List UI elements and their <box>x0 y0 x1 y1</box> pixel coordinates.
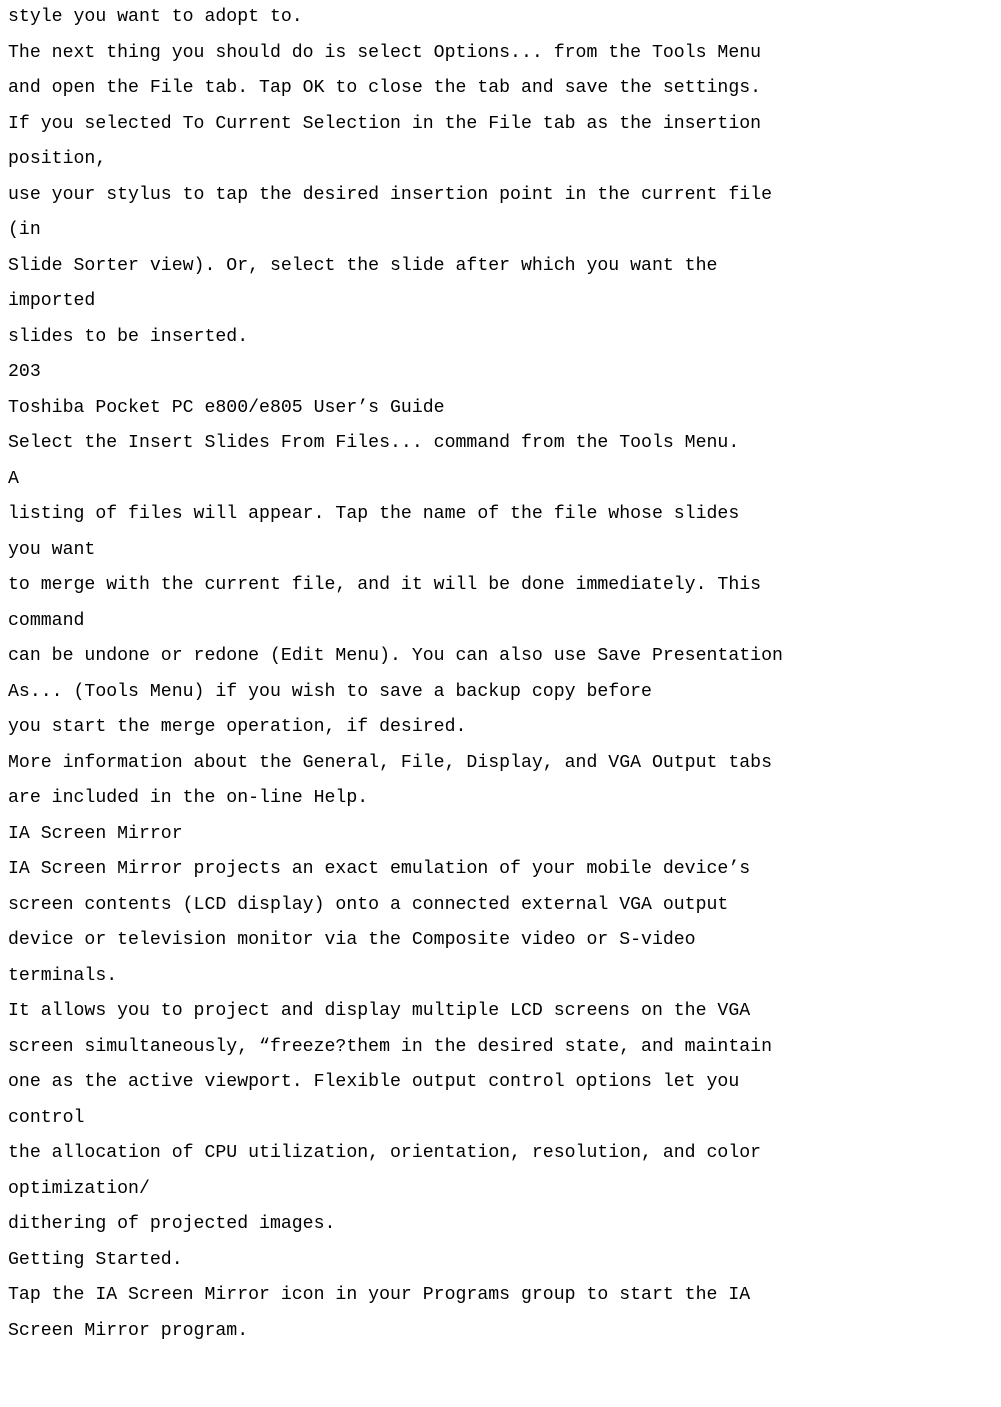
text-line: the allocation of CPU utilization, orien… <box>8 1136 993 1172</box>
text-line: dithering of projected images. <box>8 1207 993 1243</box>
text-line: Screen Mirror program. <box>8 1314 993 1350</box>
text-line: command <box>8 604 993 640</box>
text-line: position, <box>8 142 993 178</box>
text-line: Getting Started. <box>8 1243 993 1279</box>
text-line: screen simultaneously, “freeze?them in t… <box>8 1030 993 1066</box>
text-line: style you want to adopt to. <box>8 0 993 36</box>
text-line: to merge with the current file, and it w… <box>8 568 993 604</box>
text-line: device or television monitor via the Com… <box>8 923 993 959</box>
text-line: 203 <box>8 355 993 391</box>
text-line: are included in the on-line Help. <box>8 781 993 817</box>
text-line: A <box>8 462 993 498</box>
text-line: optimization/ <box>8 1172 993 1208</box>
text-line: Tap the IA Screen Mirror icon in your Pr… <box>8 1278 993 1314</box>
document-body: style you want to adopt to.The next thin… <box>8 0 993 1349</box>
text-line: IA Screen Mirror <box>8 817 993 853</box>
text-line: IA Screen Mirror projects an exact emula… <box>8 852 993 888</box>
text-line: one as the active viewport. Flexible out… <box>8 1065 993 1101</box>
text-line: and open the File tab. Tap OK to close t… <box>8 71 993 107</box>
text-line: Toshiba Pocket PC e800/e805 User’s Guide <box>8 391 993 427</box>
text-line: If you selected To Current Selection in … <box>8 107 993 143</box>
text-line: (in <box>8 213 993 249</box>
text-line: Select the Insert Slides From Files... c… <box>8 426 993 462</box>
text-line: you want <box>8 533 993 569</box>
text-line: The next thing you should do is select O… <box>8 36 993 72</box>
text-line: It allows you to project and display mul… <box>8 994 993 1030</box>
text-line: listing of files will appear. Tap the na… <box>8 497 993 533</box>
text-line: use your stylus to tap the desired inser… <box>8 178 993 214</box>
text-line: imported <box>8 284 993 320</box>
text-line: control <box>8 1101 993 1137</box>
text-line: Slide Sorter view). Or, select the slide… <box>8 249 993 285</box>
text-line: As... (Tools Menu) if you wish to save a… <box>8 675 993 711</box>
text-line: can be undone or redone (Edit Menu). You… <box>8 639 993 675</box>
text-line: terminals. <box>8 959 993 995</box>
text-line: you start the merge operation, if desire… <box>8 710 993 746</box>
text-line: screen contents (LCD display) onto a con… <box>8 888 993 924</box>
text-line: slides to be inserted. <box>8 320 993 356</box>
text-line: More information about the General, File… <box>8 746 993 782</box>
